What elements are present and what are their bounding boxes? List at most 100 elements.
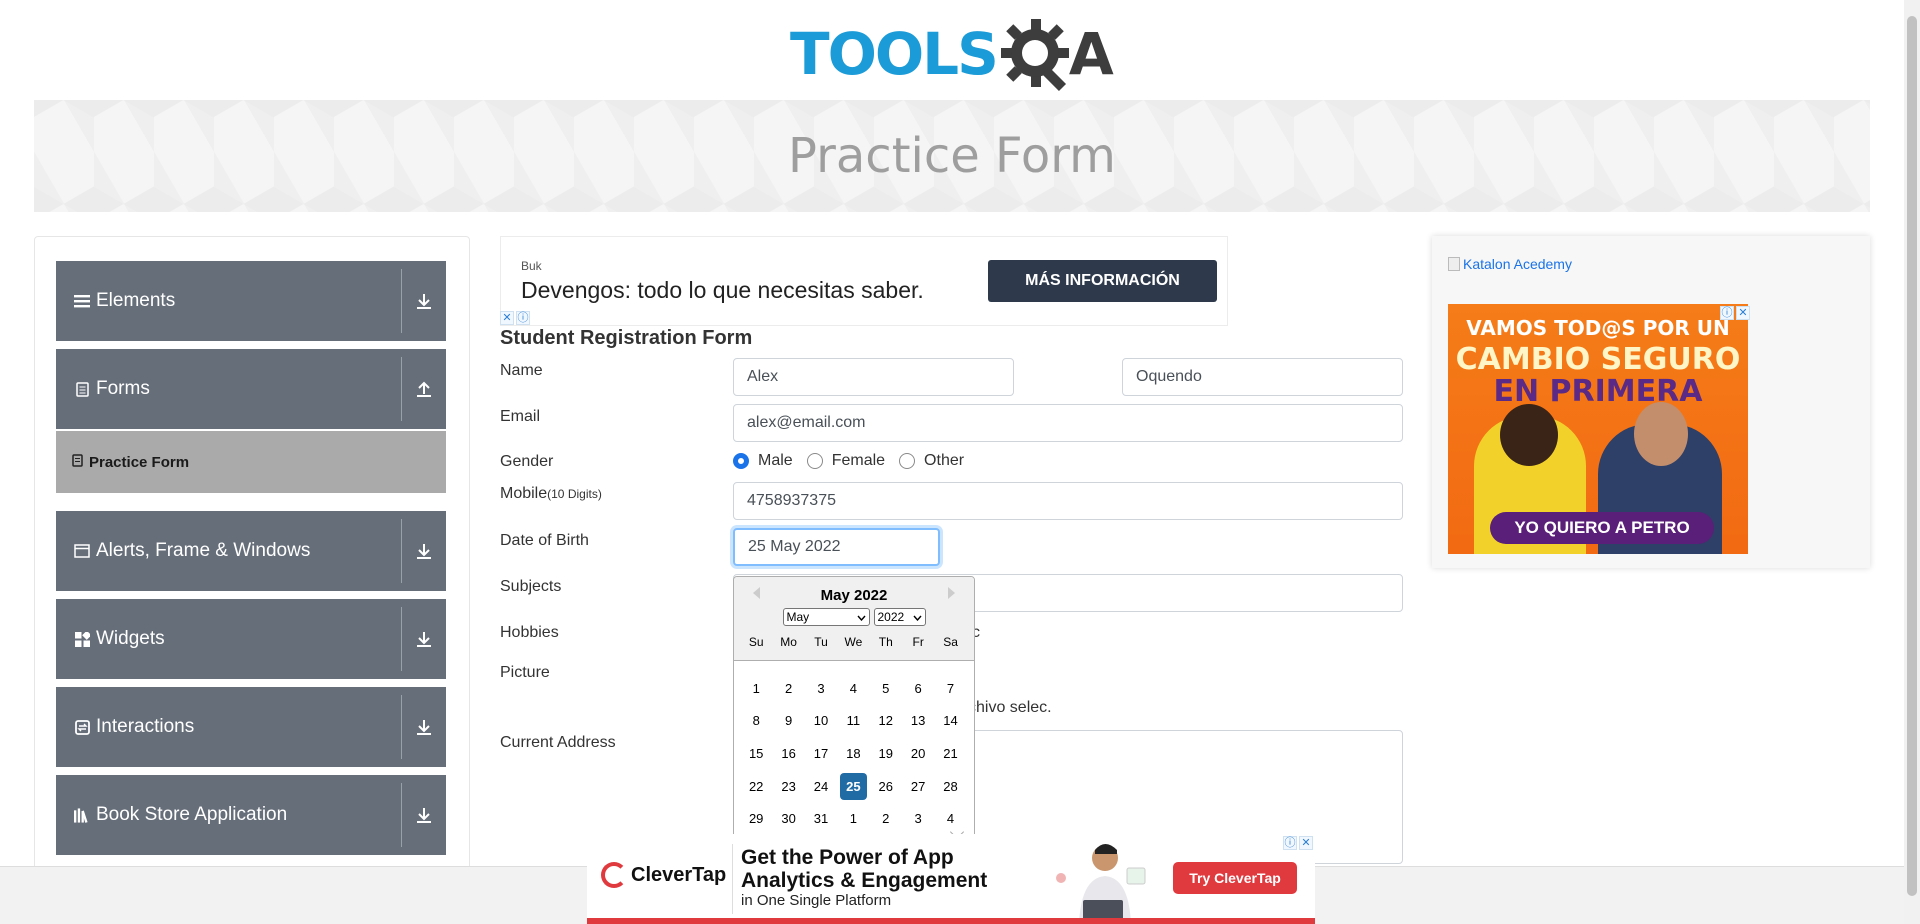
calendar-day[interactable]: 26	[870, 770, 902, 803]
top-advertisement[interactable]: Buk Devengos: todo lo que necesitas sabe…	[500, 236, 1228, 326]
calendar-day[interactable]: 14	[934, 705, 966, 738]
sidebar-group-elements[interactable]: Elements	[56, 261, 446, 341]
page-title: Practice Form	[788, 128, 1116, 184]
calendar-day[interactable]: 12	[870, 705, 902, 738]
sidebar-group-interactions[interactable]: Interactions	[56, 687, 446, 767]
info-icon[interactable]: ⓘ	[516, 311, 530, 325]
gender-radio-female[interactable]: Female	[806, 452, 885, 470]
calendar-day[interactable]: 23	[772, 770, 804, 803]
calendar-day[interactable]: 17	[805, 737, 837, 770]
calendar-day[interactable]: 4	[837, 672, 869, 705]
calendar-day[interactable]: 25	[837, 770, 869, 803]
radio-button[interactable]	[899, 453, 916, 469]
info-icon[interactable]: ⓘ	[1283, 836, 1297, 850]
address-label: Current Address	[500, 734, 616, 751]
calendar-day[interactable]: 22	[740, 770, 772, 803]
subjects-label: Subjects	[500, 578, 562, 595]
calendar-day-label: 17	[813, 745, 829, 761]
ad-choices[interactable]: ✕ ⓘ	[500, 311, 530, 325]
page-scrollbar[interactable]	[1904, 0, 1920, 924]
person-head	[1634, 402, 1688, 466]
download-icon[interactable]	[402, 542, 446, 560]
download-icon[interactable]	[402, 292, 446, 310]
sidebar-item-practice-form[interactable]: Practice Form	[56, 431, 446, 493]
calendar-day-label: 2	[882, 811, 890, 827]
ad-cta-button[interactable]: YO QUIERO A PETRO	[1490, 512, 1714, 544]
chevron-down-icon	[912, 610, 922, 624]
close-icon[interactable]: ✕	[1299, 836, 1313, 850]
ad-choices[interactable]: ⓘ ✕	[1283, 836, 1313, 850]
ad-choices[interactable]: ⓘ ✕	[1720, 306, 1750, 320]
info-icon[interactable]: ⓘ	[1720, 306, 1734, 320]
close-icon[interactable]: ✕	[500, 311, 514, 325]
gender-radio-other[interactable]: Other	[899, 452, 964, 470]
calendar-day-label: 5	[882, 680, 890, 696]
calendar-day[interactable]: 16	[772, 737, 804, 770]
download-icon[interactable]	[402, 630, 446, 648]
email-input[interactable]: alex@email.com	[733, 404, 1403, 442]
download-icon[interactable]	[402, 806, 446, 824]
bottom-advertisement[interactable]: CleverTap Get the Power of App Analytics…	[587, 834, 1315, 924]
calendar-day-label: 25	[839, 772, 867, 800]
clevertap-brand: CleverTap	[631, 863, 727, 886]
calendar-day[interactable]: 9	[772, 705, 804, 738]
sidebar-group-widgets[interactable]: Widgets	[56, 599, 446, 679]
close-icon[interactable]: ✕	[1736, 306, 1750, 320]
calendar-day[interactable]: 18	[837, 737, 869, 770]
calendar-day[interactable]: 20	[902, 737, 934, 770]
download-icon[interactable]	[402, 718, 446, 736]
mobile-input[interactable]: 4758937375	[733, 482, 1403, 520]
calendar-day[interactable]: 7	[934, 672, 966, 705]
calendar-day[interactable]: 19	[870, 737, 902, 770]
calendar-day[interactable]: 21	[934, 737, 966, 770]
calendar-day-label: 13	[910, 713, 926, 729]
ad-headline[interactable]: Devengos: todo lo que necesitas saber.	[521, 277, 924, 304]
calendar-day[interactable]: 24	[805, 770, 837, 803]
scrollbar-thumb[interactable]	[1907, 16, 1917, 896]
calendar-day[interactable]: 2	[772, 672, 804, 705]
calendar-day[interactable]: 10	[805, 705, 837, 738]
calendar-day[interactable]: 30	[772, 802, 804, 835]
gender-radio-male[interactable]: Male	[733, 452, 793, 470]
month-select[interactable]: May	[782, 608, 870, 626]
year-select[interactable]: 2022	[873, 608, 926, 626]
calendar-day[interactable]: 15	[740, 737, 772, 770]
window-icon	[74, 543, 90, 559]
sidebar-group-alerts[interactable]: Alerts, Frame & Windows	[56, 511, 446, 591]
calendar-day[interactable]: 6	[902, 672, 934, 705]
weekday-label: Mo	[780, 635, 797, 649]
sidebar-group-label: Elements	[96, 290, 176, 311]
ad-cta-button[interactable]: MÁS INFORMACIÓN	[988, 260, 1217, 302]
toolsqa-logo[interactable]: TOOLS A	[790, 14, 1120, 94]
calendar-day[interactable]: 28	[934, 770, 966, 803]
political-advertisement[interactable]: VAMOS TOD@S POR UN CAMBIO SEGURO EN PRIM…	[1448, 304, 1748, 554]
file-upload-status[interactable]: chivo selec.	[968, 699, 1052, 717]
next-month-icon[interactable]	[948, 587, 955, 599]
hobbies-label: Hobbies	[500, 624, 559, 641]
last-name-input[interactable]: Oquendo	[1122, 358, 1403, 396]
calendar-day[interactable]: 11	[837, 705, 869, 738]
calendar-day[interactable]: 5	[870, 672, 902, 705]
calendar-day[interactable]: 27	[902, 770, 934, 803]
calendar-day[interactable]: 13	[902, 705, 934, 738]
form-title: Student Registration Form	[500, 327, 753, 349]
calendar-day[interactable]: 3	[805, 672, 837, 705]
first-name-input[interactable]: Alex	[733, 358, 1014, 396]
calendar-day[interactable]: 31	[805, 802, 837, 835]
katalon-academy-link[interactable]: Katalon Acedemy	[1448, 256, 1572, 272]
calendar-day[interactable]: 1	[740, 672, 772, 705]
calendar-day[interactable]: 2	[870, 802, 902, 835]
ad-cta-button[interactable]: Try CleverTap	[1173, 862, 1297, 894]
calendar-day[interactable]: 29	[740, 802, 772, 835]
calendar-day-label: 10	[813, 713, 829, 729]
sidebar-group-forms[interactable]: Forms	[56, 349, 446, 429]
radio-button[interactable]	[806, 453, 823, 469]
calendar-day[interactable]: 1	[837, 802, 869, 835]
calendar-day-label: 16	[781, 745, 796, 761]
upload-icon[interactable]	[402, 380, 446, 398]
radio-button[interactable]	[733, 453, 749, 469]
date-of-birth-input[interactable]: 25 May 2022	[733, 528, 940, 566]
calendar-day[interactable]: 3	[902, 802, 934, 835]
sidebar-group-book-store[interactable]: Book Store Application	[56, 775, 446, 855]
calendar-day[interactable]: 8	[740, 705, 772, 738]
